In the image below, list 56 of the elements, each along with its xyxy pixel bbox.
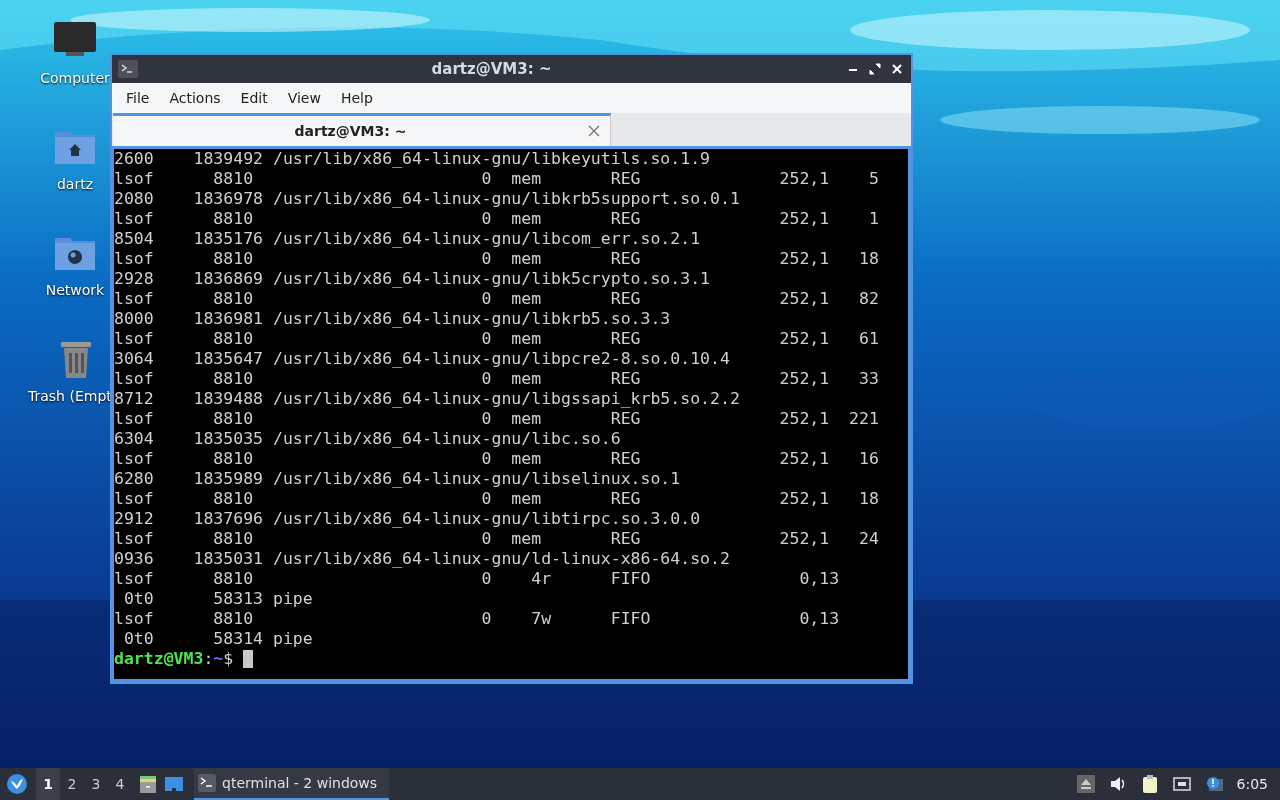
terminal-line: 2600 1839492 /usr/lib/x86_64-linux-gnu/libkeyutils.so.1.9 (114, 149, 712, 169)
terminal-line: 2912 1837696 /usr/lib/x86_64-linux-gnu/libtirpc.so.3.0.0 (114, 509, 702, 529)
terminal-line: lsof 8810 0 4r FIFO 0,13 (114, 569, 841, 589)
menu-item[interactable]: View (277, 90, 331, 106)
terminal-line: 0936 1835031 /usr/lib/x86_64-linux-gnu/ld-linux-x86-64.so.2 (114, 549, 731, 569)
desktop-icon-label[interactable]: dartz (56, 176, 94, 192)
eject-icon[interactable] (1076, 775, 1095, 793)
terminal-line: 2080 1836978 /usr/lib/x86_64-linux-gnu/libkrb5support.so.0.1 (114, 189, 741, 209)
terminal-line: 6280 1835989 /usr/lib/x86_64-linux-gnu/libselinux.so.1 (114, 469, 682, 489)
menu-item[interactable]: Edit (230, 90, 278, 106)
terminal-line: 0t0 58313 pipe (122, 589, 314, 609)
terminal-line: 8712 1839488 /usr/lib/x86_64-linux-gnu/libgssapi_krb5.so.2.2 (114, 389, 741, 409)
prompt-path: ~ (213, 649, 224, 669)
terminal-line: lsof 8810 0 mem REG 252,1 18 (114, 249, 880, 269)
desktop-icon-label[interactable]: Network (45, 282, 105, 298)
terminal-line: 8000 1836981 /usr/lib/x86_64-linux-gnu/libkrb5.so.3.3 (114, 309, 672, 329)
tab[interactable]: dartz@VM3: ~ (113, 113, 611, 146)
terminal-line: 0t0 58314 pipe (122, 629, 314, 649)
taskbar-task-button[interactable]: qterminal - 2 windows (194, 768, 389, 800)
workspace-button[interactable]: 3 (84, 768, 108, 800)
desktop-icon[interactable] (164, 774, 184, 794)
terminal-line: lsof 8810 0 mem REG 252,1 5 (114, 169, 880, 189)
terminal-line: lsof 8810 0 mem REG 252,1 18 (114, 489, 880, 509)
menu-item[interactable]: Help (330, 90, 383, 106)
close-icon[interactable] (588, 125, 600, 137)
volume-icon[interactable] (1108, 775, 1127, 793)
window-title: dartz@VM3: ~ (430, 60, 553, 78)
terminal-line: lsof 8810 0 mem REG 252,1 16 (114, 449, 880, 469)
clipboard-icon[interactable] (1140, 775, 1159, 793)
menu-item[interactable]: Actions (159, 90, 231, 106)
prompt-symbol: $ (223, 649, 234, 669)
terminal-line: 6304 1835035 /usr/lib/x86_64-linux-gnu/libc.so.6 (114, 429, 622, 449)
terminal-line: 8504 1835176 /usr/lib/x86_64-linux-gnu/libcom_err.so.2.1 (114, 229, 702, 249)
workspace-button[interactable]: 2 (60, 768, 84, 800)
terminal-line: lsof 8810 0 mem REG 252,1 82 (114, 289, 880, 309)
terminal-line: lsof 8810 0 7w FIFO 0,13 (114, 609, 841, 629)
workspace-button[interactable]: 4 (108, 768, 132, 800)
text-cursor (243, 650, 254, 668)
terminal-icon (118, 60, 138, 78)
terminal-icon (198, 774, 216, 792)
terminal-line: lsof 8810 0 mem REG 252,1 1 (114, 209, 880, 229)
file-cabinet-icon[interactable] (138, 774, 158, 794)
terminal-line: lsof 8810 0 mem REG 252,1 24 (114, 529, 880, 549)
clock[interactable]: 6:05 (1236, 776, 1268, 792)
menu-item[interactable]: File (116, 90, 160, 106)
terminal-line: lsof 8810 0 mem REG 252,1 61 (114, 329, 880, 349)
prompt-separator: : (203, 649, 214, 669)
terminal-line: lsof 8810 0 mem REG 252,1 221 (114, 409, 880, 429)
terminal-line: lsof 8810 0 mem REG 252,1 33 (114, 369, 880, 389)
terminal-line: 3064 1835647 /usr/lib/x86_64-linux-gnu/libpcre2-8.so.0.10.4 (114, 349, 731, 369)
prompt-user-host: dartz@VM3 (114, 649, 204, 669)
workspace-button[interactable]: 1 (36, 768, 60, 800)
notification-icon[interactable] (1204, 775, 1223, 793)
terminal-line: 2928 1836869 /usr/lib/x86_64-linux-gnu/libk5crypto.so.3.1 (114, 269, 712, 289)
desktop-icon-label[interactable]: Trash (Empt (28, 388, 112, 404)
maximize-button[interactable] (867, 61, 883, 77)
